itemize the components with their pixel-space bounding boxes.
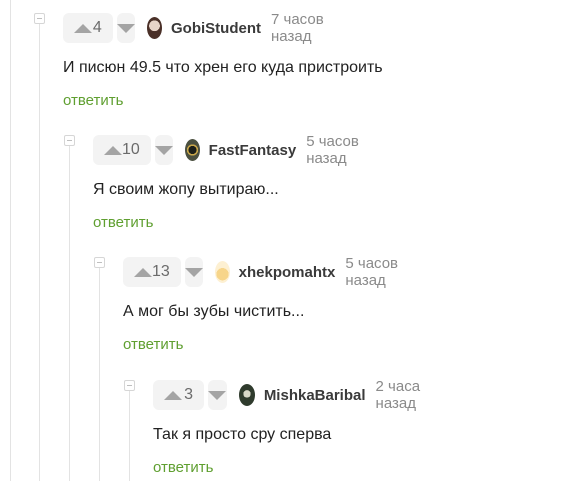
thread-line-level-5[interactable]	[129, 391, 130, 481]
downvote-button[interactable]	[208, 380, 227, 410]
timestamp[interactable]: 2 часа назад	[376, 378, 441, 412]
up-arrow-icon	[74, 23, 92, 33]
thread-line-level-3[interactable]	[69, 146, 70, 481]
comment-text: Так я просто сру сперва	[153, 426, 332, 443]
reply-link[interactable]: ответить	[123, 336, 183, 353]
down-arrow-icon	[184, 267, 203, 277]
timestamp[interactable]: 5 часов назад	[345, 255, 411, 289]
username-link[interactable]: FastFantasy	[209, 142, 297, 159]
reply-link[interactable]: ответить	[153, 459, 213, 476]
downvote-button[interactable]	[154, 135, 173, 165]
avatar[interactable]	[184, 139, 200, 161]
reply-link[interactable]: ответить	[63, 92, 123, 109]
collapse-icon[interactable]	[94, 257, 105, 268]
avatar[interactable]	[238, 384, 255, 406]
down-arrow-icon	[208, 390, 227, 400]
thread-line-level-2[interactable]	[39, 24, 40, 481]
collapse-icon[interactable]	[34, 13, 45, 24]
up-arrow-icon	[134, 267, 152, 277]
username-link[interactable]: xhekpomahtx	[239, 264, 336, 281]
username-link[interactable]: GobiStudent	[171, 20, 261, 37]
comment-text: Я своим жопу вытираю...	[93, 181, 279, 198]
comment-text: И писюн 49.5 что хрен его куда пристроит…	[63, 59, 383, 76]
rating-count: 4	[92, 19, 102, 36]
rating-count: 10	[122, 141, 140, 158]
rating-count: 3	[184, 386, 193, 403]
collapse-icon[interactable]	[64, 135, 75, 146]
collapse-icon[interactable]	[124, 380, 135, 391]
timestamp[interactable]: 7 часов назад	[271, 11, 338, 45]
comment-header: 10 FastFantasy 5 часов назад	[93, 133, 372, 167]
reply-link[interactable]: ответить	[93, 214, 153, 231]
upvote-button[interactable]: 3	[153, 380, 204, 410]
upvote-button[interactable]: 13	[123, 257, 181, 287]
down-arrow-icon	[116, 23, 135, 33]
comment-text: А мог бы зубы чистить...	[123, 303, 305, 320]
username-link[interactable]: MishkaBaribal	[264, 387, 366, 404]
comment-header: 3 MishkaBaribal 2 часа назад	[153, 378, 441, 412]
comment-header: 4 GobiStudent 7 часов назад	[63, 11, 338, 45]
avatar[interactable]	[146, 17, 163, 39]
up-arrow-icon	[164, 390, 182, 400]
rating-count: 13	[152, 263, 170, 280]
downvote-button[interactable]	[116, 13, 135, 43]
up-arrow-icon	[104, 145, 122, 155]
down-arrow-icon	[154, 145, 173, 155]
thread-line-level-4[interactable]	[99, 268, 100, 481]
thread-line-level-1[interactable]	[10, 0, 11, 481]
comment-header: 13 xhekpomahtx 5 часов назад	[123, 255, 411, 289]
upvote-button[interactable]: 4	[63, 13, 113, 43]
downvote-button[interactable]	[184, 257, 203, 287]
avatar[interactable]	[214, 261, 230, 283]
timestamp[interactable]: 5 часов назад	[306, 133, 372, 167]
upvote-button[interactable]: 10	[93, 135, 151, 165]
